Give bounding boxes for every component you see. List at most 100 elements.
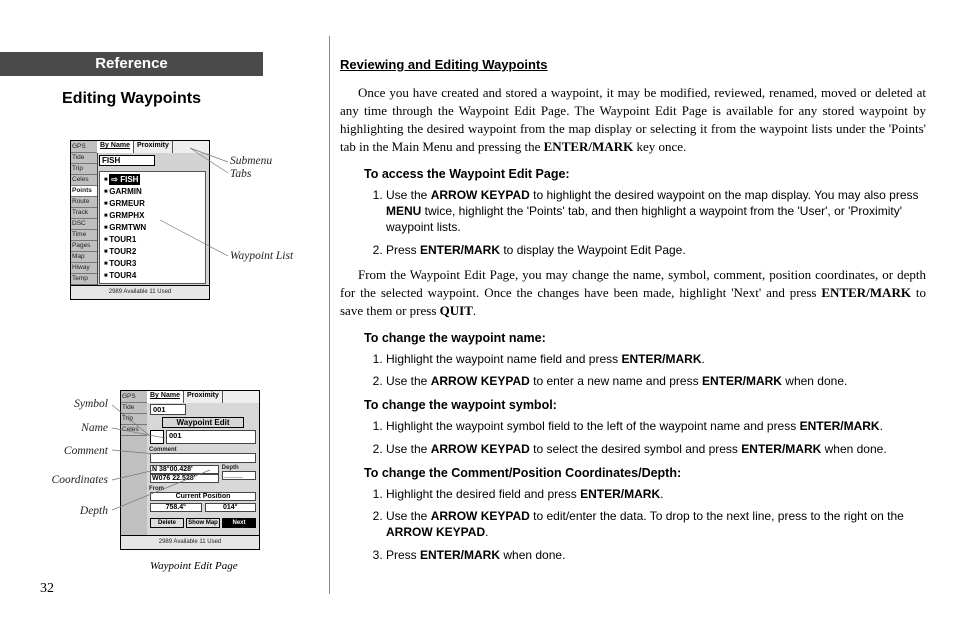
section-heading: Reviewing and Editing Waypoints (340, 56, 926, 74)
screenshot-waypoint-edit: GPSTideTripCeles By NameProximity 001 Wa… (120, 390, 260, 550)
side-tab: Points (71, 186, 97, 197)
callout-submenu-tabs: Submenu Tabs (230, 155, 290, 181)
screenshot-waypoint-list: GPSTideTripCelesPointsRouteTrackDSCTimeP… (70, 140, 210, 300)
side-tab: DSC (71, 219, 97, 230)
side-tab: Trip (71, 164, 97, 175)
edit-dialog: 001 Waypoint Edit 001 Comment N 38°00.42… (147, 403, 259, 536)
waypoint-list: ⇨ FISHGARMINGRMEURGRMPHXGRMTWNTOUR1TOUR2… (99, 171, 206, 284)
intro-paragraph: Once you have created and stored a waypo… (340, 84, 926, 156)
callout-waypoint-list: Waypoint List (230, 250, 293, 262)
callout-symbol: Symbol (68, 398, 108, 410)
side-tab: Map (71, 252, 97, 263)
step-item: Highlight the waypoint name field and pr… (386, 351, 926, 367)
comment-field (150, 453, 256, 463)
column-divider (329, 36, 330, 594)
dialog-button: Show Map (186, 518, 220, 528)
side-tab: Temp (71, 274, 97, 285)
filter-field: 001 (150, 404, 186, 415)
symbol-field (150, 430, 164, 444)
step-item: Use the ARROW KEYPAD to edit/enter the d… (386, 508, 926, 540)
waypoint-item: GRMPHX (104, 210, 203, 222)
callout-comment: Comment (55, 445, 108, 457)
waypoint-item: TOUR1 (104, 234, 203, 246)
side-tab: Trip (121, 414, 147, 425)
name-field: 001 (166, 430, 256, 444)
side-tab: Hiway (71, 263, 97, 274)
waypoint-item: TOUR2 (104, 246, 203, 258)
from-label: From (147, 485, 259, 492)
callout-depth: Depth (68, 505, 108, 517)
access-steps: Use the ARROW KEYPAD to highlight the de… (364, 187, 926, 258)
screenshot-caption: Waypoint Edit Page (150, 560, 238, 572)
side-tab-strip: GPSTideTripCeles (121, 391, 148, 535)
name-head: To change the waypoint name: (364, 330, 926, 347)
reference-header: Reference (0, 52, 263, 76)
top-tab: By Name (147, 391, 184, 403)
right-column: Reviewing and Editing Waypoints Once you… (340, 56, 926, 571)
middle-paragraph: From the Waypoint Edit Page, you may cha… (340, 266, 926, 320)
depth-field: _____ (222, 471, 256, 480)
side-tab: GPS (71, 142, 97, 153)
side-tab: Time (71, 230, 97, 241)
dialog-title: Waypoint Edit (162, 417, 244, 428)
top-tab: Proximity (184, 391, 223, 403)
waypoint-item: GRMTWN (104, 222, 203, 234)
key-quit: QUIT (440, 303, 473, 318)
left-column: Reference Editing Waypoints 32 GPSTideTr… (0, 0, 329, 618)
step-item: Use the ARROW KEYPAD to highlight the de… (386, 187, 926, 236)
step-item: Highlight the desired field and press EN… (386, 486, 926, 502)
symbol-steps: Highlight the waypoint symbol field to t… (364, 418, 926, 456)
name-steps: Highlight the waypoint name field and pr… (364, 351, 926, 389)
waypoint-item: GRMEUR (104, 198, 203, 210)
submenu-tabs: By NameProximity (97, 141, 209, 153)
side-tab: Celes (121, 425, 147, 436)
coord-lat: N 38°00.428' (150, 465, 219, 474)
coord-lon: W076 22.528' (150, 474, 219, 483)
distance-value: 014° (205, 503, 257, 512)
from-value: Current Position (150, 492, 256, 501)
side-tab: GPS (121, 392, 147, 403)
page-number: 32 (40, 581, 54, 597)
bearing-value: 758.4° (150, 503, 202, 512)
submenu-tabs: By NameProximity (147, 391, 259, 403)
section-title: Editing Waypoints (0, 90, 263, 108)
dialog-button: Delete (150, 518, 184, 528)
access-head: To access the Waypoint Edit Page: (364, 166, 926, 183)
side-tab: Tide (121, 403, 147, 414)
status-bar: 2989 Available 11 Used (71, 285, 209, 299)
button-row: DeleteShow MapNext (150, 518, 256, 528)
step-item: Press ENTER/MARK to display the Waypoint… (386, 242, 926, 258)
waypoint-item: TOUR4 (104, 270, 203, 282)
callout-coordinates: Coordinates (42, 474, 108, 486)
page: Reference Editing Waypoints 32 GPSTideTr… (0, 0, 954, 618)
side-tab: Track (71, 208, 97, 219)
waypoint-item: GARMIN (104, 186, 203, 198)
side-tab: Route (71, 197, 97, 208)
side-tab: Pages (71, 241, 97, 252)
waypoint-item: TOUR3 (104, 258, 203, 270)
step-item: Press ENTER/MARK when done. (386, 547, 926, 563)
waypoint-item: ⇨ FISH (104, 174, 203, 186)
key-enter-mark: ENTER/MARK (544, 139, 634, 154)
step-item: Use the ARROW KEYPAD to select the desir… (386, 441, 926, 457)
status-bar: 2989 Available 11 Used (121, 535, 259, 549)
comment-label: Comment (147, 446, 259, 453)
name-block: To change the waypoint name: Highlight t… (364, 330, 926, 563)
symbol-head: To change the waypoint symbol: (364, 397, 926, 414)
step-item: Use the ARROW KEYPAD to enter a new name… (386, 373, 926, 389)
side-tab-strip: GPSTideTripCelesPointsRouteTrackDSCTimeP… (71, 141, 98, 285)
filter-field: FISH (99, 155, 155, 166)
ccd-steps: Highlight the desired field and press EN… (364, 486, 926, 563)
side-tab: Tide (71, 153, 97, 164)
ccd-head: To change the Comment/Position Coordinat… (364, 465, 926, 482)
top-tab: By Name (97, 141, 134, 153)
side-tab: Celes (71, 175, 97, 186)
top-tab: Proximity (134, 141, 173, 153)
access-block: To access the Waypoint Edit Page: Use th… (364, 166, 926, 258)
callout-name: Name (68, 422, 108, 434)
waypoint-item: TOUR5 (104, 282, 203, 284)
step-item: Highlight the waypoint symbol field to t… (386, 418, 926, 434)
key-enter-mark: ENTER/MARK (821, 285, 911, 300)
intro-tail: key once. (633, 139, 686, 154)
dialog-button: Next (222, 518, 256, 528)
